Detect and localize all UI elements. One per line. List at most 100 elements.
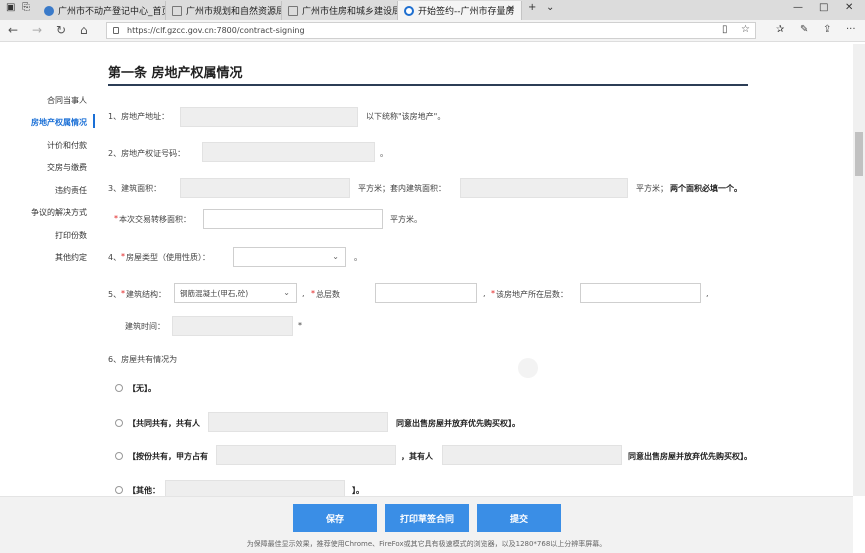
tab-4-title: 开始签约--广州市存量房	[418, 7, 515, 17]
close-window-icon[interactable]: ✕	[845, 2, 853, 13]
co-ownership-joint-suffix: 同意出售房屋并放弃优先购买权】。	[396, 419, 520, 428]
tab-actions-icon[interactable]: ▣	[6, 2, 15, 13]
address-label: 1、房地产地址：	[108, 112, 170, 121]
lock-icon	[113, 27, 119, 34]
section-title: 第一条 房地产权属情况	[108, 66, 243, 81]
transfer-area-input[interactable]	[203, 209, 383, 229]
home-icon[interactable]: ⌂	[80, 23, 88, 37]
share-owner-input[interactable]	[442, 445, 622, 465]
save-button[interactable]: 保存	[293, 504, 377, 532]
back-icon[interactable]: ←	[8, 23, 18, 37]
co-ownership-share-mid: ，其有人	[401, 452, 433, 461]
structure-label: 建筑结构：	[126, 290, 166, 299]
co-ownership-other-suffix: 】。	[352, 486, 364, 495]
browser-tab-bar: ▣ ⎘ 广州市不动产登记中心_首页 广州市规划和自然资源局网 广州市住房和城乡建…	[0, 0, 865, 20]
comma: ,	[302, 289, 305, 298]
address-input[interactable]	[180, 107, 358, 127]
co-ownership-none-radio[interactable]	[115, 384, 123, 392]
inner-area-input[interactable]	[460, 178, 628, 198]
inner-area-unit: 平方米；	[636, 184, 668, 193]
loading-spinner	[518, 358, 538, 378]
tab-2-title: 广州市规划和自然资源局网	[186, 7, 281, 17]
tab-1-title: 广州市不动产登记中心_首页	[58, 7, 166, 17]
chevron-down-icon: ⌄	[283, 288, 290, 297]
required-mark: *	[121, 252, 125, 261]
forward-icon[interactable]: →	[32, 23, 42, 37]
build-time-label: 建筑时间：	[125, 322, 165, 331]
sidebar-item-handover[interactable]: 交房与缴费	[47, 162, 87, 173]
scrollbar-thumb[interactable]	[855, 132, 863, 176]
floor-located-input[interactable]	[580, 283, 701, 303]
cert-number-input[interactable]	[202, 142, 375, 162]
minimize-icon[interactable]: —	[793, 2, 803, 13]
house-type-suffix: 。	[354, 253, 362, 262]
tab-4-active[interactable]: 开始签约--广州市存量房 ✕	[398, 1, 522, 20]
new-tab-icon[interactable]: +	[528, 2, 536, 13]
tab-1[interactable]: 广州市不动产登记中心_首页	[38, 1, 166, 20]
transfer-area-unit: 平方米。	[390, 215, 422, 224]
refresh-icon[interactable]: ↻	[56, 23, 66, 37]
co-ownership-label: 6、房屋共有情况为	[108, 355, 178, 364]
cert-number-suffix: 。	[380, 149, 388, 158]
sidebar-item-print-copies[interactable]: 打印份数	[55, 230, 87, 241]
build-time-required: *	[298, 321, 302, 330]
co-ownership-other-radio[interactable]	[115, 486, 123, 494]
chevron-down-icon: ⌄	[332, 252, 339, 261]
comma: ,	[483, 289, 486, 298]
sidebar-item-dispute[interactable]: 争议的解决方式	[31, 207, 87, 218]
vertical-scrollbar[interactable]	[853, 44, 865, 496]
url-field[interactable]: https://clf.gzcc.gov.cn:7800/contract-si…	[106, 22, 756, 39]
url-text: https://clf.gzcc.gov.cn:7800/contract-si…	[127, 26, 305, 35]
cert-number-label: 2、房地产权证号码：	[108, 149, 186, 158]
sidebar-item-other[interactable]: 其他约定	[55, 252, 87, 263]
submit-button[interactable]: 提交	[477, 504, 561, 532]
floor-area-unit: 平方米；套内建筑面积：	[358, 184, 446, 193]
total-floors-input[interactable]	[375, 283, 477, 303]
sidebar-item-breach[interactable]: 违约责任	[55, 185, 87, 196]
joint-owner-input[interactable]	[208, 412, 388, 432]
tab-3[interactable]: 广州市住房和城乡建设局	[282, 1, 398, 20]
share-icon[interactable]: ⇪	[823, 24, 831, 35]
sidebar-item-pricing[interactable]: 计价和付款	[47, 140, 87, 151]
tab-group-icon[interactable]: ⎘	[22, 2, 30, 13]
notes-icon[interactable]: ✎	[800, 24, 808, 35]
build-time-input[interactable]	[172, 316, 293, 336]
address-suffix: 以下统称"该房地产"。	[366, 112, 446, 121]
share-ratio-input[interactable]	[216, 445, 396, 465]
tab-3-title: 广州市住房和城乡建设局	[302, 7, 398, 17]
title-divider	[108, 84, 748, 86]
house-type-select[interactable]: ⌄	[233, 247, 346, 267]
reading-view-icon[interactable]: ▯	[722, 24, 728, 35]
floor-area-input[interactable]	[180, 178, 350, 198]
maximize-icon[interactable]: □	[819, 2, 828, 13]
area-required-note: 两个面积必填一个。	[670, 184, 742, 193]
co-ownership-share-label: 【按份共有，甲方占有	[128, 452, 208, 461]
total-floors-label: 总层数	[316, 290, 340, 299]
required-mark: *	[114, 214, 118, 223]
favorites-icon[interactable]: ✰	[776, 24, 784, 35]
print-draft-button[interactable]: 打印草签合同	[385, 504, 469, 532]
tab-list-icon[interactable]: ⌄	[546, 2, 554, 13]
structure-select[interactable]: 钢筋混凝土(甲石,砼) ⌄	[174, 283, 297, 303]
transfer-area-label: 本次交易转移面积：	[119, 215, 191, 224]
required-mark: *	[311, 289, 315, 298]
floor-area-label: 3、建筑面积：	[108, 184, 162, 193]
edge-icon	[404, 5, 414, 16]
co-ownership-share-radio[interactable]	[115, 452, 123, 460]
house-type-prefix: 4、	[108, 253, 122, 262]
sidebar-active-marker	[93, 114, 95, 128]
favorite-star-icon[interactable]: ☆	[741, 24, 750, 35]
required-mark: *	[121, 289, 125, 298]
more-icon[interactable]: ···	[846, 24, 856, 35]
page-icon	[172, 5, 182, 16]
structure-selected-value: 钢筋混凝土(甲石,砼)	[180, 288, 249, 298]
page-icon	[288, 5, 298, 16]
gov-site-icon	[44, 5, 54, 16]
co-ownership-joint-radio[interactable]	[115, 419, 123, 427]
co-ownership-other-label: 【其他：	[128, 486, 160, 495]
close-tab-icon[interactable]: ✕	[507, 4, 515, 15]
required-mark: *	[491, 289, 495, 298]
tab-2[interactable]: 广州市规划和自然资源局网	[166, 1, 282, 20]
sidebar-item-property-rights[interactable]: 房地产权属情况	[31, 117, 87, 128]
sidebar-item-parties[interactable]: 合同当事人	[47, 95, 87, 106]
